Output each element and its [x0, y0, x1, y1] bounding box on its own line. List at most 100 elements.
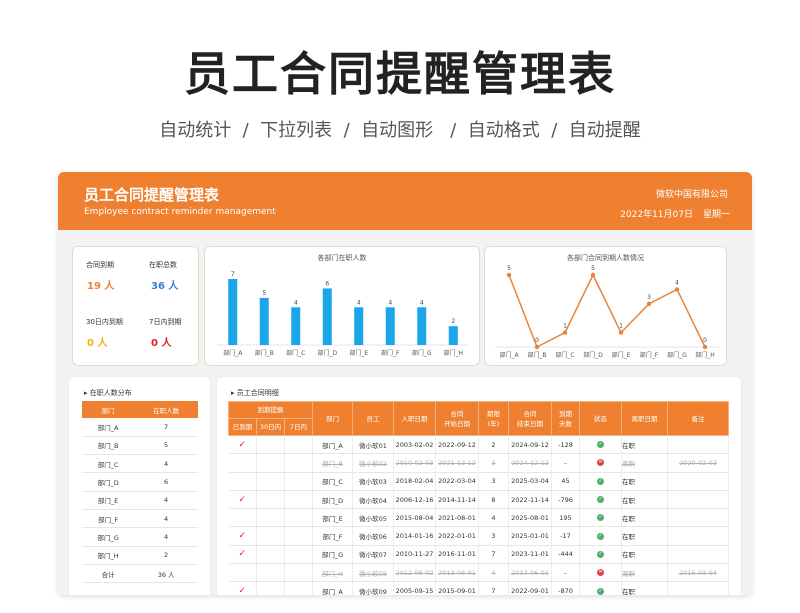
data-point: [590, 272, 596, 278]
x-tick-label: 部门_B: [255, 349, 274, 357]
detail-table: 到期提醒 部门 员工 入职日期 合同 开始日期 期限 (年) 合同 结束日期 到…: [228, 401, 729, 595]
hire-date-cell: 2006-12-16: [393, 490, 436, 510]
dept-header: 部门: [312, 401, 353, 436]
contract-row[interactable]: ✓ 部门_A 微小软01 2003-02-02 2022-09-12 2 2024-09-1…: [228, 435, 729, 455]
term-cell: 2: [478, 435, 509, 455]
employee-cell: 微小软04: [352, 490, 394, 510]
status-cell: 在职: [621, 472, 668, 491]
status-icon-cell: ✕: [579, 563, 622, 583]
data-point: [646, 301, 652, 306]
bar: [448, 326, 458, 345]
x-tick-label: 部门_D: [583, 351, 603, 359]
x-tick-label: 部门_C: [555, 351, 574, 359]
hire-date-cell: 2003-02-02: [393, 435, 436, 455]
within30-cell: [256, 435, 285, 455]
contract-row[interactable]: 部门_C 微小软03 2018-02-04 2022-03-04 3 2025-03-04…: [228, 472, 729, 491]
dept-cell: 部门_F: [312, 526, 353, 546]
within7-cell: [284, 472, 313, 491]
count-cell: 7: [134, 418, 198, 437]
term-cell: 3: [478, 526, 509, 546]
contract-row[interactable]: ✓ 部门_G 微小软07 2010-11-27 2016-11-01 7 2023-11-0…: [228, 545, 729, 565]
x-tick-label: 部门_F: [640, 351, 659, 359]
hire-date-cell: 2010-02-03: [393, 453, 436, 473]
within30-cell: [256, 581, 285, 595]
term-header: 期限 (年): [478, 401, 509, 436]
company-name: 微软中国有限公司: [655, 190, 728, 200]
within7-cell: [284, 545, 313, 565]
contract-row[interactable]: ✓ 部门_A 微小软09 2005-09-15 2015-09-01 7 2022-09-0…: [228, 581, 729, 595]
dept-row: 部门_G 4: [82, 527, 198, 547]
leave-date-cell: [667, 508, 729, 528]
count-cell: 4: [134, 491, 198, 510]
contract-row[interactable]: 部门_B 微小软02 2010-02-03 2021-12-12 3 2024-12-12…: [228, 453, 729, 473]
count-cell: 4: [134, 509, 198, 529]
hire-date-cell: 2014-01-16: [393, 526, 436, 546]
bar: [354, 307, 364, 345]
data-point: [534, 344, 540, 350]
dept-row: 部门_D 6: [82, 472, 198, 492]
expired-cell: ✓: [228, 435, 257, 455]
dept-cell: 部门_C: [82, 454, 135, 474]
active-status-icon: ✓: [597, 441, 604, 449]
line-chart: 5 部门_A 0 部门_B 1 部门_C 5 部门_D 1 部门_E 3 部门_F 4 部门_G 0 部门_H: [495, 265, 719, 359]
dept-col-header: 部门: [82, 401, 135, 418]
due30-label: 30日内到期: [86, 318, 123, 326]
expired-cell: [228, 472, 257, 491]
days-left-cell: -796: [551, 490, 580, 510]
status-icon-cell: ✓: [579, 526, 622, 546]
bar-value-label: 5: [262, 290, 266, 297]
contract-start-cell: 2022-01-01: [435, 526, 479, 546]
status-icon-cell: ✓: [579, 472, 622, 491]
count-cell: 4: [134, 527, 198, 547]
dept-section-title-text: 在职人数分布: [89, 389, 132, 397]
dept-row: 部门_B 5: [82, 436, 198, 456]
x-tick-label: 部门_G: [412, 349, 432, 357]
total-value: 36 人: [151, 281, 179, 292]
banner-title: 员工合同提醒管理表: [84, 186, 220, 204]
bar: [259, 297, 269, 345]
point-value-label: 5: [591, 265, 595, 272]
dept-row: 部门_C 4: [82, 454, 198, 474]
bar: [417, 307, 427, 345]
note-header: 备注: [667, 401, 729, 436]
x-tick-label: 部门_A: [499, 351, 519, 359]
due7-label: 7日内到期: [149, 318, 182, 326]
point-value-label: 3: [647, 294, 651, 301]
status-icon-cell: ✓: [579, 545, 622, 565]
dept-cell: 部门_B: [312, 453, 353, 473]
contract-due-value: 19 人: [87, 281, 115, 292]
days-left-cell: -: [551, 453, 580, 473]
contract-start-cell: 2021-08-01: [435, 508, 479, 528]
active-status-icon: ✓: [597, 496, 604, 504]
contract-row[interactable]: ✓ 部门_D 微小软04 2006-12-16 2014-11-14 8 2022-11-1…: [228, 490, 729, 510]
contract-start-cell: 2013-06-01: [435, 563, 479, 583]
total-value-cell: 36 人: [134, 564, 198, 584]
bar-value-label: 2: [451, 318, 455, 325]
dept-cell: 部门_H: [82, 546, 135, 565]
leave-date-cell: 2020-02-03: [667, 453, 729, 473]
status-icon-cell: ✓: [579, 490, 622, 510]
point-value-label: 1: [563, 323, 567, 330]
expired-cell: ✓: [228, 581, 257, 595]
detail-section-title: ▸ 员工合同明细: [231, 389, 279, 397]
x-tick-label: 部门_A: [223, 349, 243, 357]
contract-row[interactable]: 部门_E 微小软05 2015-08-04 2021-08-01 4 2025-08-01…: [228, 508, 729, 528]
expired-cell: [228, 453, 257, 473]
contract-start-cell: 2014-11-14: [435, 490, 479, 510]
expired-cell: ✓: [228, 545, 257, 565]
within7-cell: [284, 435, 313, 455]
contract-row[interactable]: 部门_H 微小软08 2012-06-02 2013-06-01 4 2017-06-01…: [228, 563, 729, 583]
employee-header: 员工: [352, 401, 394, 436]
total-label-cell: 合计: [82, 564, 135, 584]
within30-header: 30日内: [256, 418, 285, 436]
term-cell: 3: [478, 472, 509, 491]
term-cell: 3: [478, 453, 509, 473]
term-cell: 8: [478, 490, 509, 510]
employee-cell: 微小软06: [352, 526, 394, 546]
banner-subtitle: Employee contract reminder management: [84, 207, 276, 217]
contract-row[interactable]: ✓ 部门_F 微小软06 2014-01-16 2022-01-01 3 2025-01-0…: [228, 526, 729, 546]
employee-cell: 微小软01: [352, 435, 394, 455]
expired-cell: [228, 508, 257, 528]
x-tick-label: 部门_F: [381, 349, 400, 357]
total-label: 在职总数: [149, 261, 177, 269]
